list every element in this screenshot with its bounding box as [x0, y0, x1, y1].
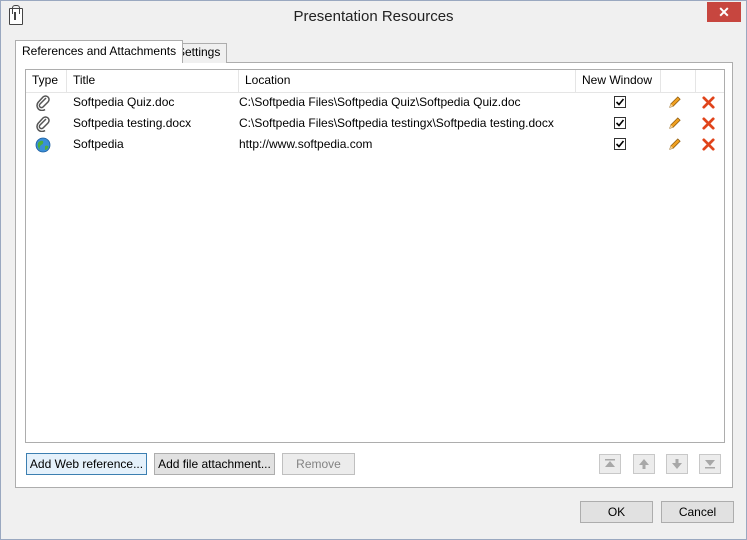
delete-icon[interactable]: [701, 95, 716, 110]
column-header-edit: [661, 70, 696, 92]
checkmark-icon: [615, 140, 625, 148]
new-window-checkbox[interactable]: [614, 117, 626, 129]
list-row[interactable]: Softpedia http://www.softpedia.com: [26, 134, 724, 155]
row-location: C:\Softpedia Files\Softpedia Quiz\Softpe…: [239, 95, 521, 109]
paperclip-icon: [36, 95, 50, 111]
ok-button[interactable]: OK: [580, 501, 653, 523]
new-window-checkbox[interactable]: [614, 96, 626, 108]
column-header-location[interactable]: Location: [239, 70, 576, 92]
move-to-top-icon: [605, 459, 615, 467]
pencil-icon[interactable]: [667, 95, 682, 110]
row-location: C:\Softpedia Files\Softpedia testingx\So…: [239, 116, 554, 130]
column-header-type[interactable]: Type: [26, 70, 67, 92]
title-bar[interactable]: Presentation Resources ✕: [1, 1, 746, 31]
list-header: Type Title Location New Window: [26, 70, 724, 93]
move-to-bottom-icon: [705, 460, 715, 469]
pencil-icon[interactable]: [667, 137, 682, 152]
list-row[interactable]: Softpedia testing.docx C:\Softpedia File…: [26, 113, 724, 134]
remove-button[interactable]: Remove: [282, 453, 355, 475]
add-web-reference-button[interactable]: Add Web reference...: [26, 453, 147, 475]
move-down-button[interactable]: [666, 454, 688, 474]
column-header-new-window[interactable]: New Window: [576, 70, 661, 92]
move-to-top-button[interactable]: [599, 454, 621, 474]
add-file-attachment-button[interactable]: Add file attachment...: [154, 453, 275, 475]
paperclip-icon: [36, 116, 50, 132]
row-title: Softpedia testing.docx: [73, 116, 192, 130]
move-to-bottom-button[interactable]: [699, 454, 721, 474]
column-header-delete: [696, 70, 724, 92]
row-title: Softpedia: [73, 137, 124, 151]
new-window-checkbox[interactable]: [614, 138, 626, 150]
checkmark-icon: [615, 119, 625, 127]
delete-icon[interactable]: [701, 137, 716, 152]
delete-icon[interactable]: [701, 116, 716, 131]
list-row[interactable]: Softpedia Quiz.doc C:\Softpedia Files\So…: [26, 92, 724, 113]
column-header-title[interactable]: Title: [67, 70, 239, 92]
globe-icon: [35, 137, 51, 153]
pencil-icon[interactable]: [667, 116, 682, 131]
row-title: Softpedia Quiz.doc: [73, 95, 175, 109]
arrow-down-icon: [672, 459, 682, 469]
checkmark-icon: [615, 98, 625, 106]
cancel-button[interactable]: Cancel: [661, 501, 734, 523]
window-title: Presentation Resources: [293, 8, 454, 25]
close-window-button[interactable]: ✕: [707, 2, 741, 22]
tab-references-and-attachments[interactable]: References and Attachments: [15, 40, 184, 63]
row-location: http://www.softpedia.com: [239, 137, 373, 151]
move-up-button[interactable]: [633, 454, 655, 474]
arrow-up-icon: [639, 459, 649, 469]
dialog-window: Presentation Resources ✕ References and …: [0, 0, 747, 540]
resources-list[interactable]: Type Title Location New Window Softpedia…: [25, 69, 725, 443]
